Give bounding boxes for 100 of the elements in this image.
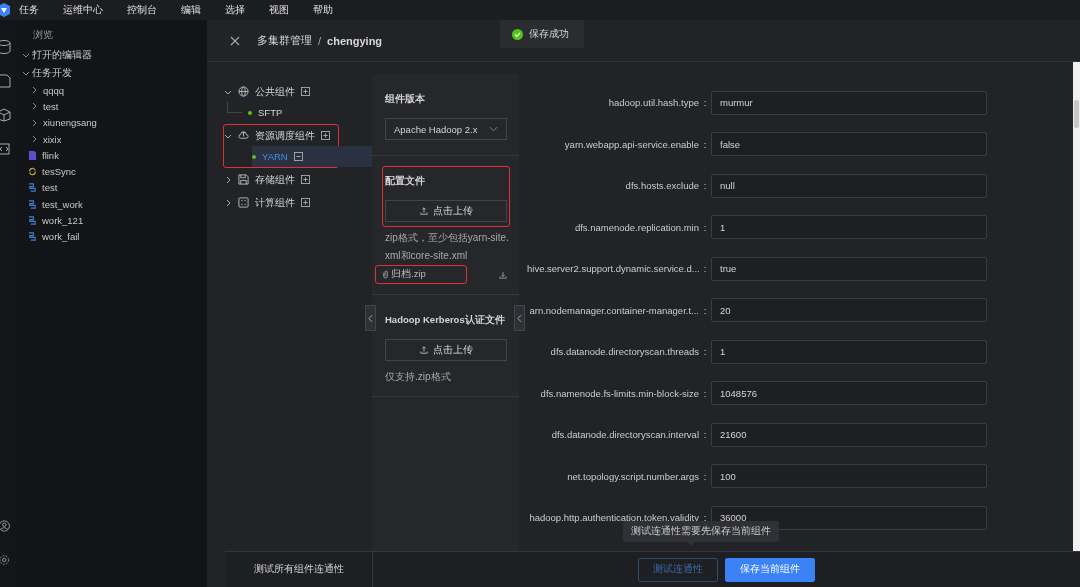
- upload-icon: [419, 346, 428, 354]
- section-title: Hadoop Kerberos认证文件: [385, 313, 506, 327]
- calculator-icon: [238, 197, 249, 208]
- sidebar-item[interactable]: tesSync: [20, 163, 207, 180]
- add-icon[interactable]: [301, 198, 310, 207]
- add-icon[interactable]: [321, 131, 330, 140]
- menu-item[interactable]: 选择: [225, 3, 245, 17]
- version-select[interactable]: Apache Hadoop 2.x: [385, 118, 507, 140]
- chevron-icon[interactable]: [224, 175, 232, 184]
- upload-button[interactable]: 点击上传: [385, 339, 507, 361]
- field-label: dfs.datanode.directoryscan.threads: [549, 346, 699, 358]
- field-label: arn.nodemanager.container-manager.t...: [528, 304, 699, 316]
- field-label: dfs.namenode.fs-limits.min-block-size: [539, 387, 699, 399]
- input-field[interactable]: 1048576: [711, 381, 987, 406]
- field-colon: :: [702, 429, 708, 441]
- footer-button[interactable]: 保存当前组件: [725, 557, 815, 582]
- chevron-icon[interactable]: [30, 118, 38, 127]
- close-icon[interactable]: [230, 35, 240, 46]
- chevron-icon[interactable]: [22, 51, 30, 59]
- test-all-label[interactable]: 测试所有组件连通性: [253, 563, 344, 576]
- sidebar-item[interactable]: flink: [20, 147, 207, 164]
- sidebar-item[interactable]: test_work: [20, 196, 207, 213]
- menu-item[interactable]: 视图: [269, 3, 289, 17]
- input-field[interactable]: 20: [711, 298, 987, 323]
- tree-leaf[interactable]: SFTP: [224, 102, 338, 123]
- menu-item[interactable]: 帮助: [313, 3, 333, 17]
- caret-icon: [489, 126, 498, 132]
- sidebar-section[interactable]: 任务开发: [20, 64, 207, 82]
- chevron-icon[interactable]: [30, 102, 38, 111]
- chevron-icon[interactable]: [30, 86, 38, 95]
- field-colon: :: [702, 263, 708, 275]
- field-label: hive.server2.support.dynamic.service.d...: [527, 263, 699, 275]
- input-field[interactable]: true: [711, 256, 987, 281]
- file-icon[interactable]: [0, 74, 12, 88]
- user-icon[interactable]: [0, 519, 12, 533]
- collapse-tab[interactable]: [514, 305, 525, 331]
- tree-node[interactable]: 资源调度组件: [224, 125, 338, 146]
- chevron-icon: [517, 313, 522, 323]
- input-field[interactable]: null: [711, 173, 987, 198]
- field-colon: :: [702, 304, 708, 316]
- chevron-icon[interactable]: [30, 135, 38, 144]
- section-title: 组件版本: [385, 92, 426, 106]
- settings-icon[interactable]: [0, 553, 12, 567]
- field-label: hadoop.http.authentication.token.validity: [528, 512, 699, 524]
- sidebar-section[interactable]: 打开的编辑器: [20, 46, 207, 64]
- sidebar-item[interactable]: xiunengsang: [20, 114, 207, 131]
- add-icon[interactable]: [301, 175, 310, 184]
- sidebar-item[interactable]: work_121: [20, 212, 207, 229]
- menu-item[interactable]: 运维中心: [63, 3, 103, 17]
- input-field[interactable]: false: [711, 132, 987, 157]
- scrollbar[interactable]: [1073, 62, 1080, 551]
- hint-text: zip格式，至少包括yarn-site.xml和core-site.xml: [385, 231, 510, 263]
- field-colon: :: [702, 180, 708, 192]
- chevron-icon[interactable]: [22, 69, 30, 77]
- remove-icon[interactable]: [293, 152, 303, 161]
- menu-item[interactable]: 编辑: [181, 3, 201, 17]
- collapse-tab[interactable]: [365, 305, 376, 331]
- menu-item[interactable]: 控制台: [127, 3, 157, 17]
- breadcrumb-current: chengying: [327, 34, 383, 47]
- field-label: yarn.webapp.api-service.enable: [563, 138, 699, 150]
- toast: 保存成功: [500, 20, 584, 48]
- input-field[interactable]: 21600: [711, 422, 987, 447]
- file-icon: [28, 150, 37, 160]
- field-colon: :: [702, 221, 708, 233]
- sidebar-item[interactable]: test: [20, 98, 207, 115]
- tree-node[interactable]: 计算组件: [224, 192, 338, 213]
- menu-item[interactable]: 任务: [19, 3, 39, 17]
- logo-icon: [0, 3, 11, 17]
- sidebar-title: 浏览: [32, 28, 54, 42]
- paperclip-icon: [382, 270, 389, 279]
- input-field[interactable]: 100: [711, 464, 987, 489]
- field-colon: :: [702, 470, 708, 482]
- field-colon: :: [702, 97, 708, 109]
- globe-icon: [238, 86, 249, 97]
- field-colon: :: [702, 138, 708, 150]
- code-icon[interactable]: [0, 142, 12, 156]
- database-icon[interactable]: [0, 40, 12, 54]
- sidebar-item[interactable]: work_fail: [20, 228, 207, 245]
- field-label: dfs.datanode.directoryscan.interval: [550, 429, 699, 441]
- sidebar-item[interactable]: xixix: [20, 130, 207, 148]
- field-label: net.topology.script.number.args: [566, 470, 699, 482]
- chevron-icon: [368, 313, 373, 323]
- sidebar-item[interactable]: test: [20, 179, 207, 197]
- breadcrumb-item[interactable]: 多集群管理: [257, 33, 312, 48]
- tree-node[interactable]: 存储组件: [224, 169, 338, 190]
- field-label: dfs.hosts.exclude: [624, 180, 699, 192]
- input-field[interactable]: 1: [711, 215, 987, 240]
- upload-icon: [419, 207, 428, 215]
- download-icon[interactable]: [499, 270, 507, 279]
- add-icon[interactable]: [301, 87, 310, 96]
- chevron-icon[interactable]: [224, 198, 232, 207]
- sidebar-item[interactable]: qqqq: [20, 82, 207, 99]
- field-label: dfs.namenode.replication.min: [573, 221, 699, 233]
- section-title: 配置文件: [385, 174, 426, 188]
- input-field[interactable]: 1: [711, 339, 987, 364]
- upload-button[interactable]: 点击上传: [385, 200, 507, 222]
- file-link[interactable]: 归档.zip: [375, 265, 467, 284]
- cube-icon[interactable]: [0, 108, 12, 122]
- tree-node[interactable]: 公共组件: [224, 81, 338, 102]
- input-field[interactable]: murmur: [711, 90, 987, 115]
